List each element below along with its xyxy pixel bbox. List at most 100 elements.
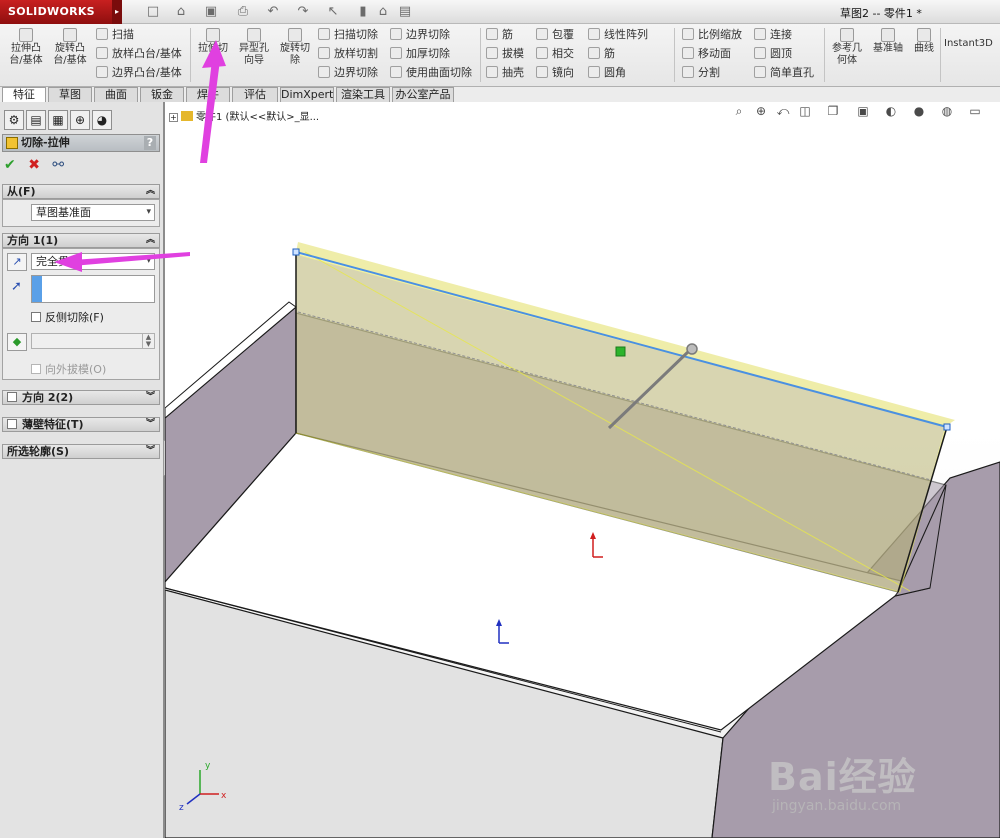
revolve-boss-button[interactable]: 旋转凸 台/基体: [50, 28, 90, 67]
boundary-boss-button[interactable]: 边界凸台/基体: [96, 65, 182, 81]
end-condition-select[interactable]: 完全贯穿 ▾: [31, 253, 155, 270]
thin-feature-section-header[interactable]: 薄壁特征(T) ︾: [2, 417, 160, 432]
instant3d-button[interactable]: Instant3D: [944, 38, 993, 50]
boundary-boss-icon: [96, 66, 108, 78]
reference-geometry-button[interactable]: 参考几 何体: [828, 28, 866, 67]
scale-button[interactable]: 比例缩放: [682, 27, 742, 43]
tab-evaluate[interactable]: 评估: [232, 87, 278, 102]
split-button[interactable]: 分割: [682, 65, 720, 81]
check-icon[interactable]: ✔: [4, 157, 16, 173]
help-button[interactable]: ?: [144, 136, 156, 150]
baidu-watermark: Bai经验 jingyan.baidu.com: [768, 728, 998, 828]
datum-axis-button[interactable]: 基准轴: [868, 28, 908, 55]
swept-cut-button[interactable]: 扫描切除: [318, 27, 378, 43]
undo-icon[interactable]: ↶: [262, 3, 284, 21]
shell-button[interactable]: 抽壳: [486, 65, 524, 81]
simple-hole-button[interactable]: 简单直孔: [754, 65, 814, 81]
connect-button[interactable]: 连接: [754, 27, 792, 43]
connect-icon: [754, 28, 766, 40]
linear-pattern-button[interactable]: 线性阵列: [588, 27, 648, 43]
solidworks-logo[interactable]: SOLIDWORKS: [0, 0, 112, 24]
connect-label: 连接: [770, 28, 792, 41]
reverse-cut-label: 反侧切除(F): [45, 311, 104, 324]
glasses-icon[interactable]: ⚯: [52, 157, 64, 173]
lofted-cut-icon: [318, 47, 330, 59]
curves-button[interactable]: 曲线: [910, 28, 938, 55]
file-properties-icon[interactable]: ⌂: [372, 3, 394, 21]
direction2-section-label: 方向 2(2): [22, 391, 74, 404]
sketch-endpoint-right[interactable]: [943, 423, 951, 431]
checkbox-icon[interactable]: [7, 392, 17, 402]
tab-sketch[interactable]: 草图: [48, 87, 92, 102]
print-icon[interactable]: ⎙: [232, 3, 254, 21]
checkbox-icon: [31, 312, 41, 322]
move-face-button[interactable]: 移动面: [682, 46, 731, 62]
shell-label: 抽壳: [502, 66, 524, 79]
options-icon[interactable]: ▤: [394, 3, 416, 21]
surface-cut-button[interactable]: 使用曲面切除: [390, 65, 472, 81]
sketch-endpoint-left[interactable]: [292, 248, 300, 256]
direction-vector-selection-box[interactable]: [31, 275, 155, 303]
fillet-button[interactable]: 圆角: [588, 65, 626, 81]
draft-angle-spinner[interactable]: ▲ ▼: [31, 333, 155, 349]
redo-icon[interactable]: ↷: [292, 3, 314, 21]
rib2-button[interactable]: 筋: [588, 46, 615, 62]
loft-boss-button[interactable]: 放样凸台/基体: [96, 46, 182, 62]
thicken-cut-button[interactable]: 加厚切除: [390, 46, 450, 62]
selected-contours-section-header[interactable]: 所选轮廓(S) ︾: [2, 444, 160, 459]
revolve-cut-button[interactable]: 旋转切 除: [276, 28, 314, 67]
sweep-button[interactable]: 扫描: [96, 27, 134, 43]
tab-features[interactable]: 特征: [2, 87, 46, 102]
configuration-manager-icon[interactable]: ▦: [48, 110, 68, 130]
property-manager-icon[interactable]: ▤: [26, 110, 46, 130]
boundary-cut-button[interactable]: 边界切除: [318, 65, 378, 81]
extrude-boss-button[interactable]: 拉伸凸 台/基体: [6, 28, 46, 67]
close-icon[interactable]: ✖: [28, 157, 40, 173]
from-start-condition-select[interactable]: 草图基准面 ▾: [31, 204, 155, 221]
separator: [480, 28, 481, 82]
dimxpert-manager-icon[interactable]: ⊕: [70, 110, 90, 130]
tab-surfaces[interactable]: 曲面: [94, 87, 138, 102]
datum-axis-icon: [881, 28, 895, 42]
surface-cut-label: 使用曲面切除: [406, 66, 472, 79]
feature-manager-icon[interactable]: ⚙: [4, 110, 24, 130]
tab-sheet-metal[interactable]: 钣金: [140, 87, 184, 102]
from-section-header[interactable]: 从(F) ︽: [2, 184, 160, 199]
wrap-button[interactable]: 包覆: [536, 27, 574, 43]
select-icon[interactable]: ↖: [322, 3, 344, 21]
move-face-icon: [682, 47, 694, 59]
lofted-cut-button[interactable]: 放样切割: [318, 46, 378, 62]
boundary-cut2-button[interactable]: 边界切除: [390, 27, 450, 43]
fillet-icon: [588, 66, 600, 78]
spinner-arrows-icon[interactable]: ▲ ▼: [142, 334, 154, 348]
hole-wizard-button[interactable]: 异型孔 向导: [235, 28, 273, 67]
intersect-button[interactable]: 相交: [536, 46, 574, 62]
reverse-cut-checkbox[interactable]: 反侧切除(F): [31, 311, 104, 325]
mirror-button[interactable]: 镜向: [536, 65, 574, 81]
menu-arrow-icon[interactable]: ▸: [112, 0, 122, 24]
direction2-section-header[interactable]: 方向 2(2) ︾: [2, 390, 160, 405]
reverse-direction-icon[interactable]: ↗: [7, 253, 27, 271]
checkbox-icon[interactable]: [7, 419, 17, 429]
dome-button[interactable]: 圆顶: [754, 46, 792, 62]
from-start-condition-value: 草图基准面: [36, 206, 91, 219]
save-icon[interactable]: ▣: [200, 3, 222, 21]
mirror-label: 镜向: [552, 66, 574, 79]
direction1-section-header[interactable]: 方向 1(1) ︽: [2, 233, 160, 248]
draft-on-off-icon[interactable]: ◆: [7, 333, 27, 351]
tab-render-tools[interactable]: 渲染工具: [336, 87, 390, 102]
surface-cut-icon: [390, 66, 402, 78]
extrude-cut-label: 拉伸切 除: [198, 43, 228, 66]
tab-dimxpert[interactable]: DimXpert: [280, 87, 334, 102]
rib-button[interactable]: 筋: [486, 27, 513, 43]
display-manager-icon[interactable]: ◕: [92, 110, 112, 130]
draft-button[interactable]: 拔模: [486, 46, 524, 62]
new-icon[interactable]: □: [142, 3, 164, 21]
rebuild-icon[interactable]: ▮: [352, 3, 374, 21]
open-icon[interactable]: ⌂: [170, 3, 192, 21]
arrow-handle-knob[interactable]: [686, 343, 698, 355]
tab-office-products[interactable]: 办公室产品: [392, 87, 454, 102]
extrude-cut-button[interactable]: 拉伸切 除: [194, 28, 232, 67]
property-manager-title: 切除-拉伸: [21, 136, 70, 149]
tab-weldments[interactable]: 焊件: [186, 87, 230, 102]
